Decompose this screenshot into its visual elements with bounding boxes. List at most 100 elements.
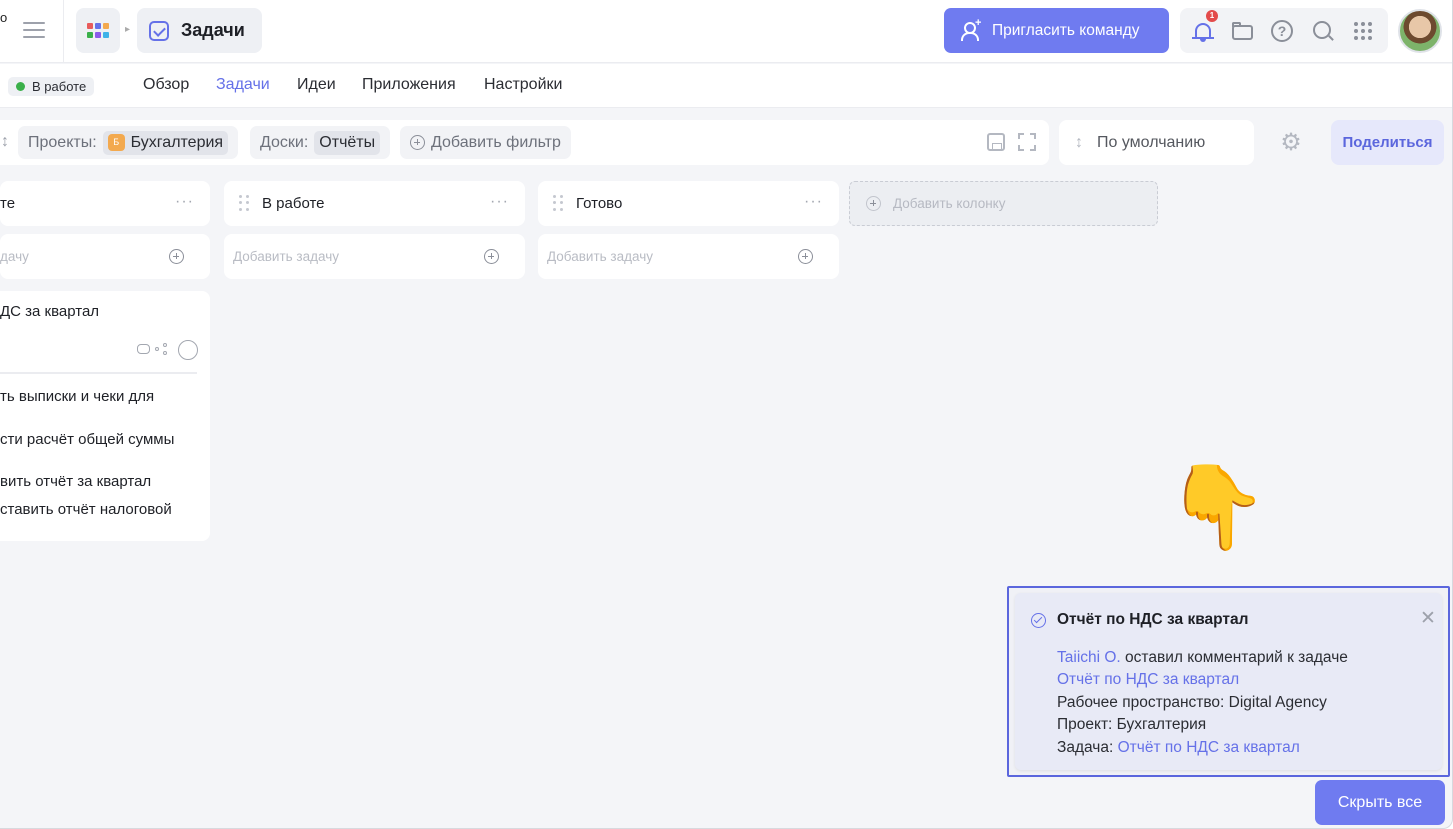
column-title: В работе [262,195,325,212]
gear-icon[interactable]: ⚙ [1278,130,1304,156]
add-task-placeholder: Добавить задачу [547,249,653,264]
clipped-text: о [0,10,8,25]
add-task-placeholder: Добавить задачу [233,249,339,264]
notification-toast[interactable]: Отчёт по НДС за квартал ✕ Taiichi O. ост… [1015,593,1442,770]
task-line-label: Задача: [1057,739,1118,756]
subtask-item[interactable]: вить отчёт за квартал [0,473,151,490]
column-header[interactable]: те ··· [0,181,210,226]
expand-icon[interactable] [1018,133,1036,151]
add-task-field[interactable]: Добавить задачу [538,234,839,279]
plus-circle-icon[interactable] [798,249,813,264]
sort-select[interactable]: ↕ По умолчанию [1059,120,1254,165]
task-line: Задача: Отчёт по НДС за квартал [1057,739,1300,757]
sub-navigation: В работе Обзор Задачи Идеи Приложения На… [0,64,1452,108]
task-title: ДС за квартал [0,303,100,320]
add-task-field[interactable]: дачу [0,234,210,279]
hide-all-button[interactable]: Скрыть все [1315,780,1445,825]
folder-icon[interactable] [1231,20,1253,42]
board-filter-label: Доски: [260,133,309,151]
more-icon[interactable]: ··· [804,193,823,211]
board-filter-value: Отчёты [314,130,381,155]
project-filter-chip[interactable]: Проекты: Б Бухгалтерия [18,126,239,159]
drag-handle-icon[interactable] [239,195,249,211]
project-filter-label: Проекты: [28,133,97,151]
search-icon[interactable] [1312,20,1334,42]
filter-icon: ↕ [1,133,9,150]
more-icon[interactable]: ··· [175,193,194,211]
top-bar: о ▸ Задачи + Пригласить команду 1 ? [0,0,1452,63]
subtask-item[interactable]: сти расчёт общей суммы [0,431,174,448]
workspace-line: Рабочее пространство: Digital Agency [1057,694,1327,711]
notification-badge: 1 [1206,10,1218,22]
notification-action: оставил комментарий к задаче [1120,649,1348,666]
board-filter-chip[interactable]: Доски: Отчёты [250,126,391,159]
help-icon[interactable]: ? [1271,20,1293,42]
project-badge: Б [107,134,125,151]
task-link[interactable]: Отчёт по НДС за квартал [1057,671,1239,689]
share-button[interactable]: Поделиться [1331,120,1444,165]
plus-circle-icon [410,135,425,150]
task-line-link[interactable]: Отчёт по НДС за квартал [1118,739,1300,756]
close-icon[interactable]: ✕ [1420,607,1436,630]
user-link[interactable]: Taiichi O. [1057,649,1121,666]
tab-ideas[interactable]: Идеи [297,76,336,94]
pointing-hand-icon: 👇 [1166,462,1269,553]
divider [0,372,197,374]
page-title: Задачи [181,20,245,40]
column-title: Готово [576,195,623,212]
column-header[interactable]: В работе ··· [224,181,525,226]
add-task-placeholder: дачу [0,249,29,264]
filter-bar: ↕ Проекты: Б Бухгалтерия Доски: Отчёты Д… [0,120,1049,165]
tab-settings[interactable]: Настройки [484,76,562,94]
status-badge[interactable]: В работе [8,77,95,96]
hamburger-icon[interactable] [23,22,45,39]
apps-icon [87,23,111,38]
add-filter-label: Добавить фильтр [431,133,561,151]
notification-message: Taiichi O. оставил комментарий к задаче [1057,649,1348,667]
grid-icon[interactable] [1352,20,1374,42]
subtasks-icon [155,343,169,356]
invite-user-icon: + [960,17,982,41]
divider [63,0,64,63]
card-icons [137,340,199,360]
comment-icon [137,344,150,354]
more-icon[interactable]: ··· [490,193,509,211]
add-column-button[interactable]: Добавить колонку [849,181,1158,226]
task-card[interactable]: ДС за квартал ть выписки и чеки для сти … [0,291,210,541]
check-icon [1031,613,1046,628]
breadcrumb-chevron-icon: ▸ [125,24,131,35]
subtask-item[interactable]: ставить отчёт налоговой [0,501,172,518]
project-name: Бухгалтерия [130,133,224,151]
check-icon [149,21,169,41]
column-header[interactable]: Готово ··· [538,181,839,226]
apps-button[interactable] [76,8,120,53]
add-column-label: Добавить колонку [893,196,1006,211]
sort-icon: ↕ [1075,133,1083,151]
avatar[interactable] [1398,9,1442,53]
task-link-text[interactable]: Отчёт по НДС за квартал [1057,671,1239,688]
add-task-field[interactable]: Добавить задачу [224,234,525,279]
add-filter-button[interactable]: Добавить фильтр [400,126,571,159]
status-dot-icon [16,82,25,91]
plus-circle-icon[interactable] [169,249,184,264]
invite-team-label: Пригласить команду [992,21,1140,39]
plus-circle-icon [866,196,881,211]
complete-toggle[interactable] [178,340,198,360]
project-filter-value: Б Бухгалтерия [102,130,229,155]
invite-team-button[interactable]: + Пригласить команду [944,8,1169,53]
toolbar-icons: 1 ? [1180,8,1388,53]
tab-apps[interactable]: Приложения [362,76,456,94]
column-title: те [0,195,16,212]
tab-tasks[interactable]: Задачи [216,76,270,94]
tab-overview[interactable]: Обзор [143,76,189,94]
sort-label: По умолчанию [1097,133,1206,151]
drag-handle-icon[interactable] [553,195,563,211]
status-label: В работе [32,79,87,94]
save-icon[interactable] [987,133,1005,151]
bell-icon[interactable] [1192,20,1214,42]
breadcrumb-current[interactable]: Задачи [137,8,262,53]
app-window: о ▸ Задачи + Пригласить команду 1 ? В ра… [0,0,1453,829]
notification-title: Отчёт по НДС за квартал [1057,611,1249,628]
subtask-item[interactable]: ть выписки и чеки для [0,388,154,405]
plus-circle-icon[interactable] [484,249,499,264]
